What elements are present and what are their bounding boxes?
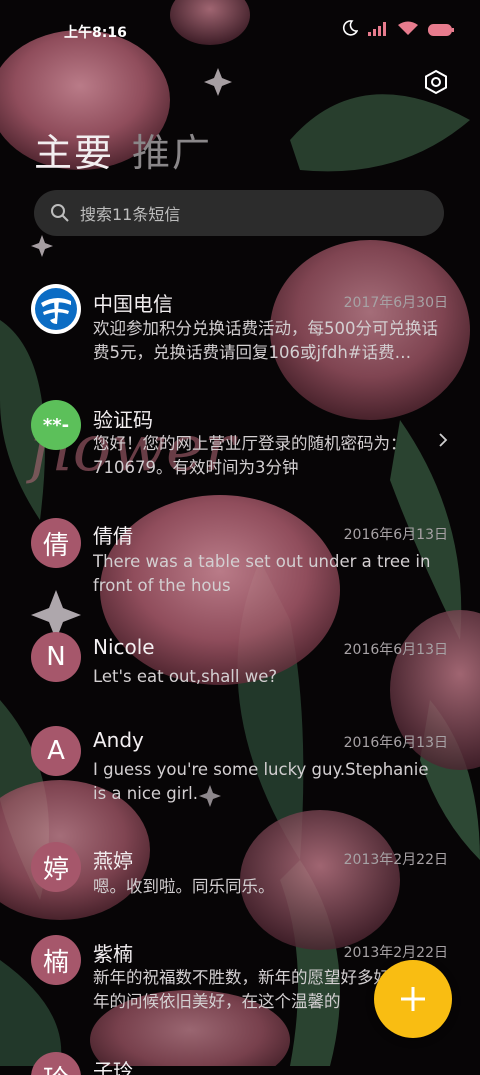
contact-name: 紫楠 (93, 942, 133, 966)
message-date: 2016年6月13日 (343, 642, 448, 658)
contact-name: 验证码 (93, 408, 153, 432)
message-preview: Let's eat out,shall we? (93, 667, 278, 686)
contact-name: Nicole (93, 635, 155, 659)
moon-icon (342, 20, 359, 40)
china-telecom-logo-icon (32, 285, 80, 333)
signal-icon (368, 21, 388, 40)
chevron-right-icon[interactable] (438, 432, 448, 452)
new-message-button[interactable] (374, 960, 452, 1038)
avatar: 倩 (31, 518, 81, 568)
tab-bar: 主要 推广 (34, 122, 212, 177)
message-date: 2013年2月22日 (343, 945, 448, 961)
conversation-item[interactable]: 中国电信 2017年6月30日 欢迎参加积分兑换话费活动，每500分可兑换话费5… (0, 270, 480, 378)
plus-icon (401, 987, 425, 1011)
tab-promotions[interactable]: 推广 (132, 122, 212, 177)
message-preview: 嗯。收到啦。同乐同乐。 (93, 877, 275, 896)
message-date: 2016年6月13日 (343, 735, 448, 751)
status-bar: 上午8:16 (0, 0, 480, 62)
conversation-item[interactable]: A Andy 2016年6月13日 I guess you're some lu… (0, 718, 480, 818)
message-date: 2016年6月13日 (343, 527, 448, 543)
status-time: 上午8:16 (64, 25, 127, 41)
contact-name: Andy (93, 728, 144, 752)
contact-name: 燕婷 (93, 849, 133, 873)
message-preview: 欢迎参加积分兑换话费活动，每500分可兑换话费5元，兑换话费请回复106或jfd… (93, 319, 438, 362)
contact-name: 倩倩 (93, 524, 133, 548)
search-input[interactable]: 搜索11条短信 (80, 201, 180, 225)
contact-name: 子玲 (93, 1059, 133, 1075)
avatar: **- (31, 400, 81, 450)
message-date: 2017年6月30日 (343, 295, 448, 311)
avatar: 玲 (31, 1052, 81, 1075)
status-icons (342, 20, 454, 40)
wifi-icon (398, 21, 418, 40)
conversation-item[interactable]: N Nicole 2016年6月13日 Let's eat out,shall … (0, 625, 480, 705)
settings-icon[interactable] (422, 68, 450, 96)
search-icon (50, 203, 70, 223)
avatar: 楠 (31, 935, 81, 985)
conversation-item[interactable]: 婷 燕婷 2013年2月22日 嗯。收到啦。同乐同乐。 (0, 835, 480, 915)
conversation-item[interactable]: 倩 倩倩 2016年6月13日 There was a table set ou… (0, 510, 480, 610)
battery-icon (428, 21, 454, 40)
search-bar[interactable]: 搜索11条短信 (34, 190, 444, 236)
avatar: 婷 (31, 842, 81, 892)
message-preview: 您好！您的网上营业厅登录的随机密码为：710679。有效时间为3分钟 (93, 434, 407, 477)
conversation-item[interactable]: 玲 子玲 (0, 1045, 480, 1075)
contact-name: 中国电信 (93, 292, 173, 316)
conversation-item[interactable]: **- 验证码 您好！您的网上营业厅登录的随机密码为：710679。有效时间为3… (0, 390, 480, 498)
avatar (31, 284, 81, 334)
tab-primary[interactable]: 主要 (34, 122, 114, 177)
message-date: 2013年2月22日 (343, 852, 448, 868)
message-preview: I guess you're some lucky guy.Stephanie … (93, 760, 429, 803)
avatar: A (31, 726, 81, 776)
avatar: N (31, 632, 81, 682)
message-preview: There was a table set out under a tree i… (93, 552, 431, 595)
